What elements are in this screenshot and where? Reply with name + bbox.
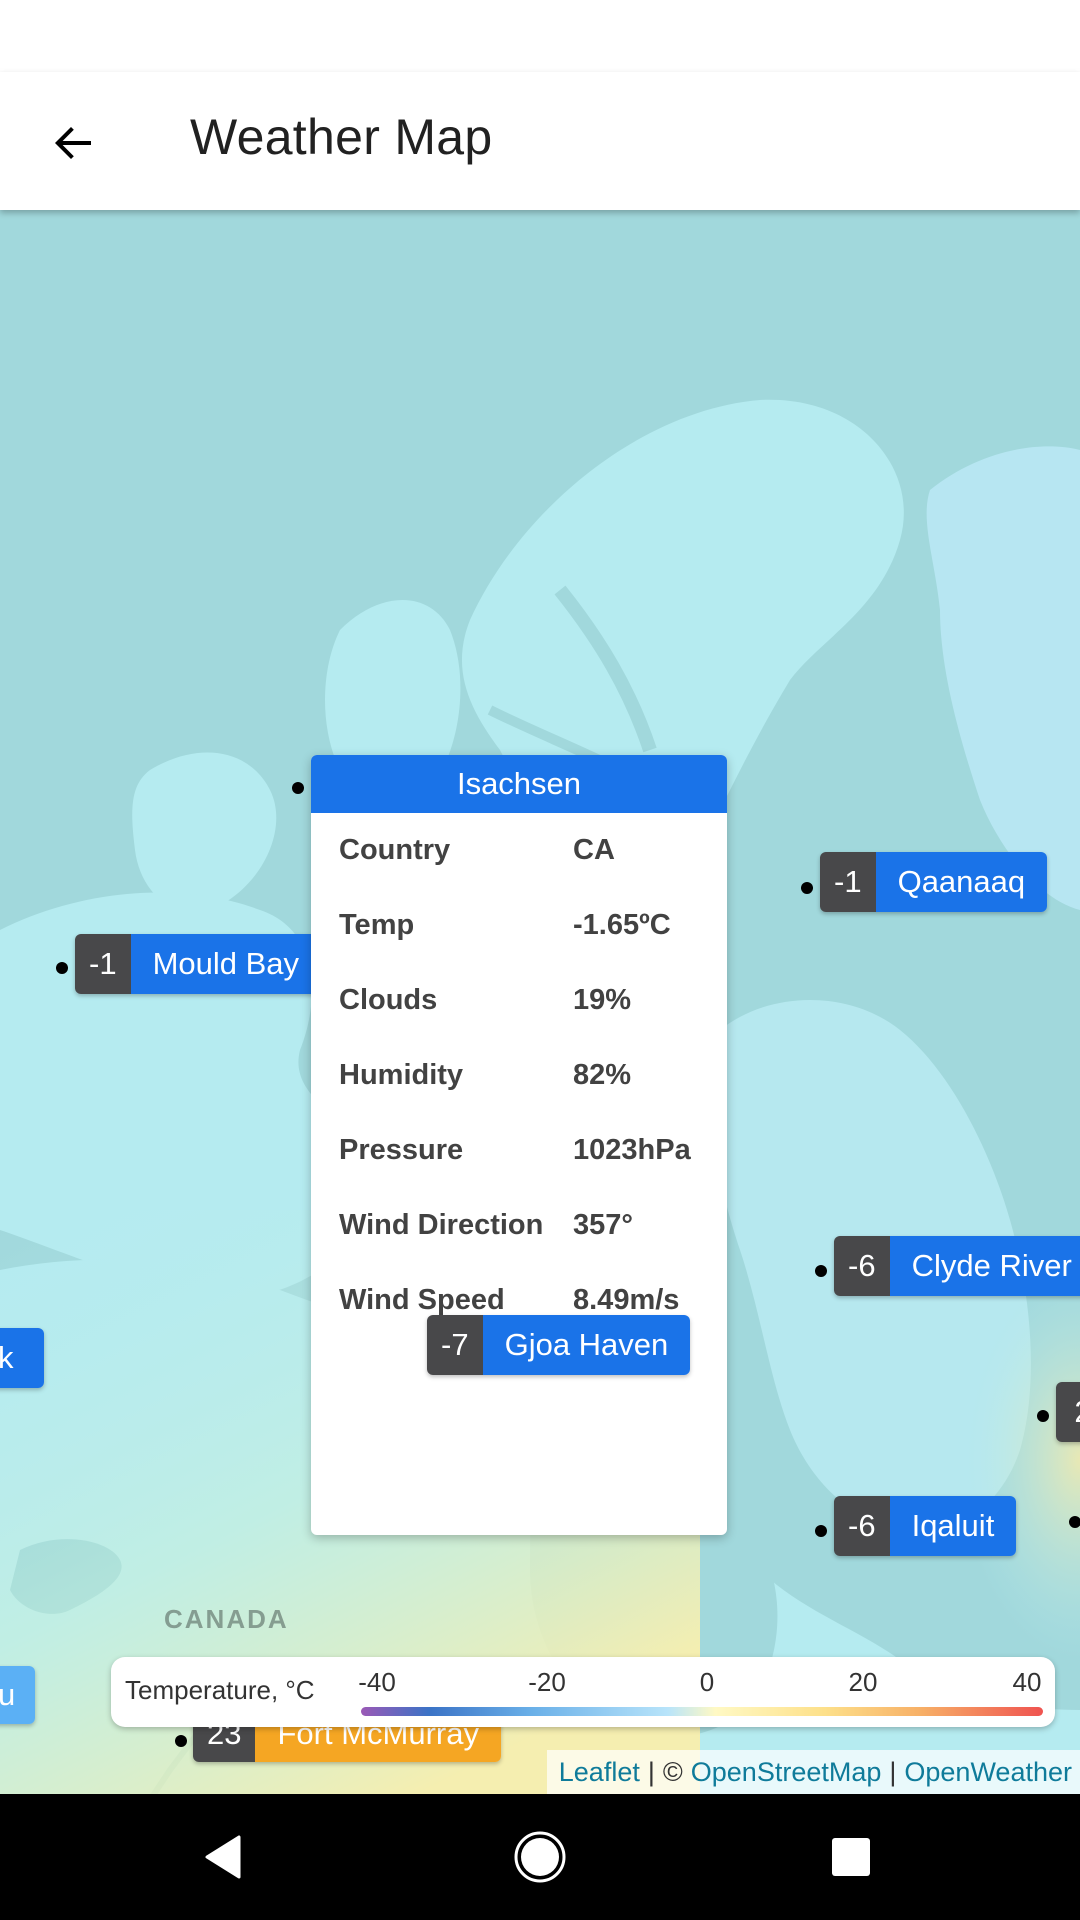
marker-iqaluit[interactable]: -6 Iqaluit xyxy=(834,1496,1017,1556)
marker-dot[interactable] xyxy=(801,882,813,894)
marker-name: k xyxy=(0,1328,44,1388)
marker-temp: -1 xyxy=(820,852,876,912)
weather-map[interactable]: CANADA -1 Mould Bay -1 Qaanaaq -6 Clyde … xyxy=(0,210,1080,1794)
legend-tick: 0 xyxy=(699,1667,715,1697)
system-nav-bar xyxy=(0,1794,1080,1920)
nav-back-button[interactable] xyxy=(191,1824,257,1890)
legend-title: Temperature, °C xyxy=(125,1675,315,1705)
popup-label: Wind Speed xyxy=(339,1284,505,1316)
attribution-separator: | xyxy=(647,1756,655,1787)
marker-clyde-river[interactable]: -6 Clyde River xyxy=(834,1236,1080,1296)
popup-value: 357° xyxy=(573,1209,633,1241)
marker-dot[interactable] xyxy=(175,1735,187,1747)
marker-dot-isachsen[interactable] xyxy=(292,782,304,794)
back-button[interactable] xyxy=(40,110,106,176)
attribution-separator: | xyxy=(889,1756,897,1787)
marker-name: Iqaluit xyxy=(889,1496,1017,1556)
popup-value: CA xyxy=(573,834,615,866)
copyright-symbol: © xyxy=(662,1756,683,1787)
popup-row-humidity: Humidity 82% xyxy=(311,1038,727,1113)
status-bar xyxy=(0,0,1080,72)
marker-dot[interactable] xyxy=(815,1265,827,1277)
popup-label: Clouds xyxy=(339,984,438,1016)
legend-tick: -20 xyxy=(528,1667,566,1697)
popup-label: Country xyxy=(339,834,451,866)
popup-row-pressure: Pressure 1023hPa xyxy=(311,1113,727,1188)
marker-gjoa-haven[interactable]: -7 Gjoa Haven xyxy=(427,1315,691,1375)
marker-temp: -6 xyxy=(834,1236,890,1296)
nav-back-icon xyxy=(205,1835,241,1879)
arrow-left-icon xyxy=(55,127,91,159)
marker-qaanaaq[interactable]: -1 Qaanaaq xyxy=(820,852,1048,912)
marker-left-edge-k[interactable]: k xyxy=(0,1328,44,1388)
temperature-legend: Temperature, °C -40 -20 0 20 40 xyxy=(111,1657,1055,1727)
nav-recents-button[interactable] xyxy=(818,1824,884,1890)
marker-name: Qaanaaq xyxy=(875,852,1048,912)
leaflet-link[interactable]: Leaflet xyxy=(559,1757,640,1788)
nav-home-icon xyxy=(514,1831,566,1883)
popup-row-wind-direction: Wind Direction 357° xyxy=(311,1188,727,1263)
city-popup: Isachsen Country CA Temp -1.65ºC Clouds … xyxy=(311,755,727,1535)
legend-tick: 20 xyxy=(848,1667,878,1697)
popup-value: 82% xyxy=(573,1059,632,1091)
marker-dot[interactable] xyxy=(56,962,68,974)
marker-left-edge-u[interactable]: u xyxy=(0,1666,36,1724)
popup-row-temp: Temp -1.65ºC xyxy=(311,888,727,963)
marker-temp: 2 xyxy=(1056,1382,1080,1442)
popup-value: 8.49m/s xyxy=(573,1284,680,1316)
marker-dot[interactable] xyxy=(1069,1516,1080,1528)
marker-name: Mould Bay xyxy=(130,934,322,994)
popup-value: -1.65ºC xyxy=(573,909,671,941)
marker-temp: -1 xyxy=(75,934,131,994)
marker-dot[interactable] xyxy=(815,1525,827,1537)
legend-color-scale xyxy=(361,1707,1043,1716)
popup-value: 19% xyxy=(573,984,632,1016)
popup-city-name: Isachsen xyxy=(311,755,727,813)
marker-temp: -6 xyxy=(834,1496,890,1556)
openstreetmap-link[interactable]: OpenStreetMap xyxy=(691,1757,882,1788)
legend-tick: 40 xyxy=(1012,1667,1042,1697)
marker-dot[interactable] xyxy=(1037,1410,1049,1422)
popup-label: Temp xyxy=(339,909,415,941)
popup-label: Humidity xyxy=(339,1059,464,1091)
marker-name: Gjoa Haven xyxy=(482,1315,691,1375)
nav-home-button[interactable] xyxy=(507,1824,573,1890)
app-bar: Weather Map xyxy=(0,72,1080,210)
nav-recents-icon xyxy=(832,1838,870,1876)
popup-value: 1023hPa xyxy=(573,1134,691,1166)
map-attribution: Leaflet | © OpenStreetMap | OpenWeather xyxy=(546,1750,1080,1794)
popup-label: Wind Direction xyxy=(339,1209,544,1241)
marker-temp: -7 xyxy=(427,1315,483,1375)
popup-row-clouds: Clouds 19% xyxy=(311,963,727,1038)
page-title: Weather Map xyxy=(190,109,493,165)
country-label: CANADA xyxy=(164,1604,289,1634)
marker-right-edge[interactable]: 2 xyxy=(1056,1382,1080,1442)
legend-tick: -40 xyxy=(358,1667,396,1697)
popup-label: Pressure xyxy=(339,1134,464,1166)
openweather-link[interactable]: OpenWeather xyxy=(904,1757,1072,1788)
marker-mould-bay[interactable]: -1 Mould Bay xyxy=(75,934,322,994)
marker-name: Clyde River xyxy=(889,1236,1080,1296)
popup-row-country: Country CA xyxy=(311,813,727,888)
marker-name: u xyxy=(0,1666,36,1724)
